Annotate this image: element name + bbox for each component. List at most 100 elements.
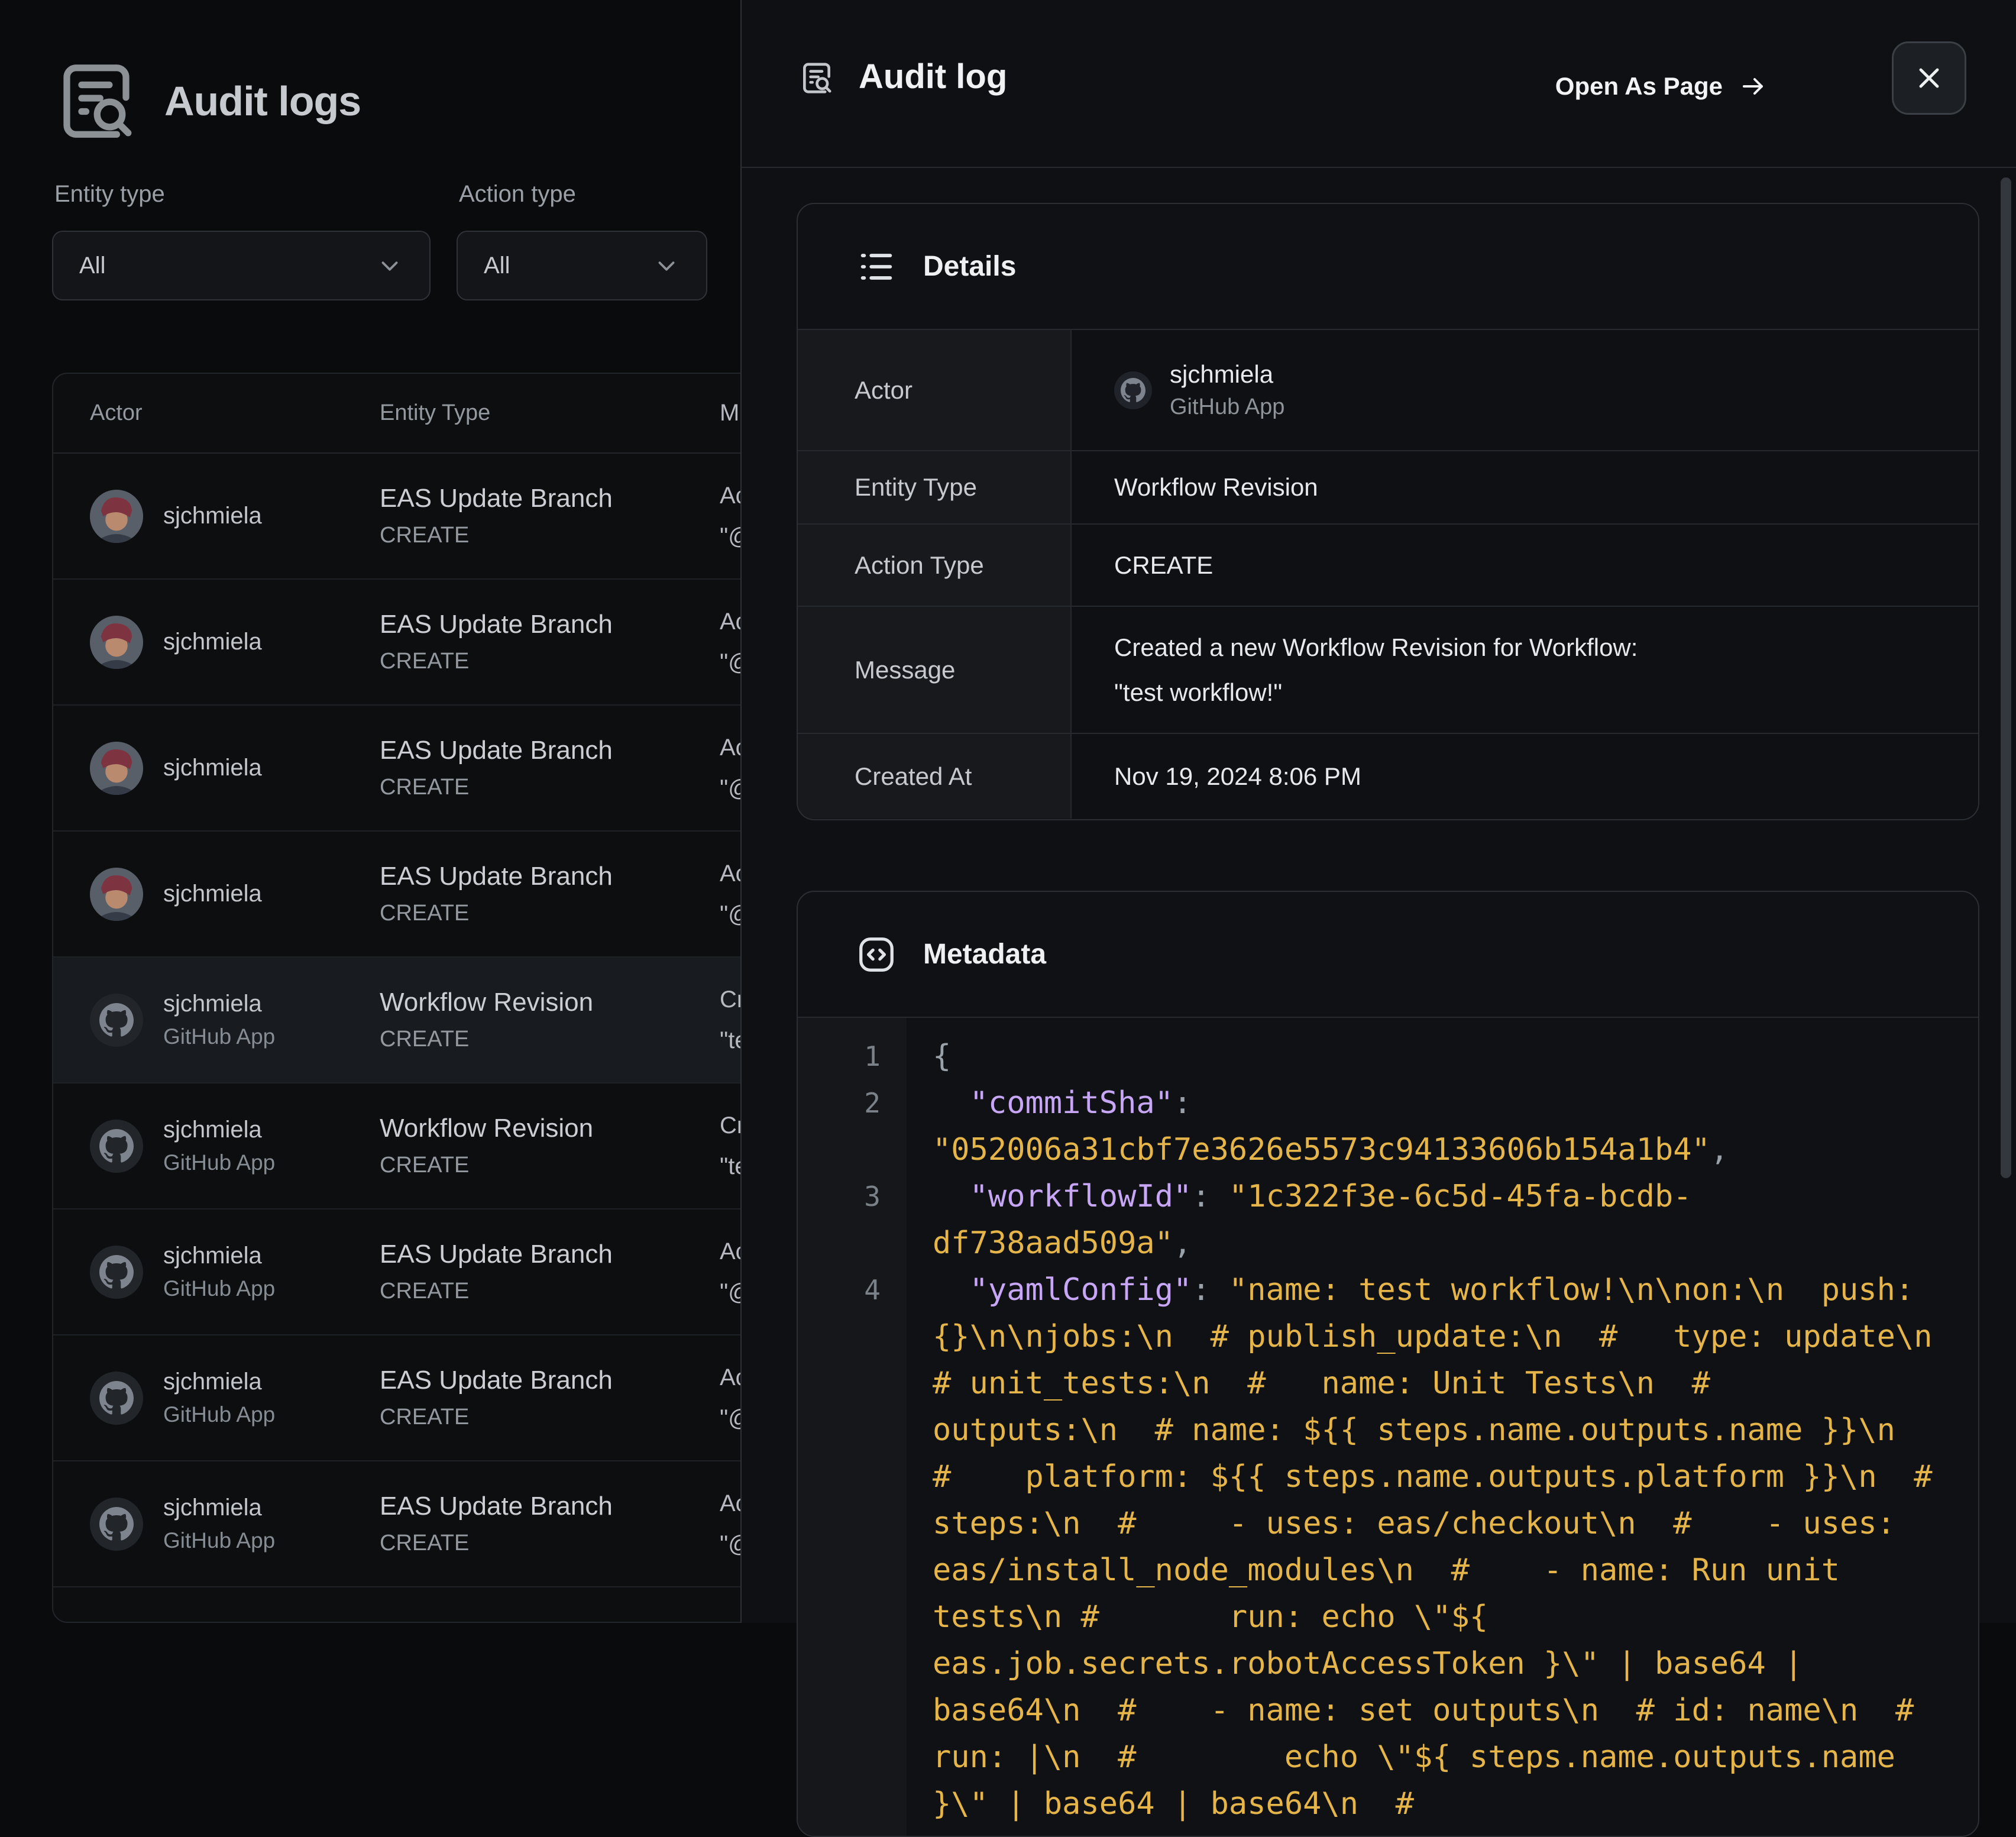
entity-cell: Workflow Revision CREATE [380,988,720,1052]
entity-type-select-value: All [79,253,105,279]
actor-name: sjchmiela [163,1117,275,1143]
metadata-card: Metadata 1{2 "commitSha": "052006a31cbf7… [797,891,1979,1837]
details-card: Details Actor sjchmiela GitHub App Entit… [797,203,1979,820]
line-number: 1 [798,1033,907,1080]
actor-names: sjchmiela GitHub App [163,1495,275,1553]
actor-avatar [90,1372,143,1425]
actor-cell: sjchmiela GitHub App [53,1243,380,1301]
github-avatar [1114,371,1152,409]
actor-cell: sjchmiela [53,742,380,795]
audit-log-icon [798,59,835,97]
actor-cell: sjchmiela GitHub App [53,1369,380,1427]
entity-cell: Workflow Revision CREATE [380,1618,720,1623]
actor-avatar [90,994,143,1047]
arrow-right-icon [1739,72,1768,101]
entity-cell: EAS Update Branch CREATE [380,736,720,800]
entity-type-value: EAS Update Branch [380,484,720,513]
action-type-select[interactable]: All [457,231,707,300]
actor-name: sjchmiela [163,1369,275,1395]
entity-type-value: EAS Update Branch [380,1366,720,1395]
detail-row-message: Message Created a new Workflow Revision … [798,607,1978,734]
detail-value-actor: sjchmiela GitHub App [1072,330,1978,450]
audit-logs-icon [52,57,141,145]
actor-name: sjchmiela [163,991,275,1017]
actor-avatar [90,616,143,669]
actor-name: sjchmiela [163,755,262,781]
detail-label: Created At [798,734,1072,819]
message-line-2: "test workflow!" [1114,678,1282,707]
detail-label: Entity Type [798,451,1072,523]
code-text: "commitSha": "052006a31cbf7e3626e5573c94… [907,1080,1978,1173]
detail-value-entity-type: Workflow Revision [1072,451,1978,523]
close-icon [1915,64,1943,92]
line-number: 2 [798,1080,907,1127]
detail-value-action-type: CREATE [1072,525,1978,606]
actor-cell: sjchmiela GitHub App [53,1495,380,1553]
code-text: "yamlConfig": "name: test workflow!\n\no… [907,1267,1978,1828]
code-text: "workflowId": "1c322f3e-6c5d-45fa-bcdb-d… [907,1173,1978,1267]
action-type-value: CREATE [380,523,720,548]
panel-title: Audit log [859,57,1007,96]
actor-cell: sjchmiela GitHub App [53,991,380,1049]
entity-cell: EAS Update Branch CREATE [380,610,720,674]
page-title-row: Audit logs [52,57,361,145]
entity-type-value: EAS Update Branch [380,1240,720,1269]
actor-subtitle: GitHub App [163,1150,275,1175]
action-type-value: CREATE [380,649,720,674]
github-avatar-icon [99,1507,134,1541]
header-entity-type: Entity Type [380,400,720,426]
entity-type-value: EAS Update Branch [380,1492,720,1521]
actor-avatar [90,1246,143,1299]
line-number: 3 [798,1173,907,1220]
detail-label: Message [798,607,1072,733]
action-type-select-value: All [484,253,510,279]
metadata-card-header: Metadata [798,892,1978,1018]
actor-avatar [90,1498,143,1551]
entity-type-value: Workflow Revision [380,1114,720,1143]
header-actor: Actor [53,400,380,426]
actor-subtitle: GitHub App [163,1024,275,1049]
action-type-value: CREATE [380,1027,720,1052]
actor-avatar [90,1120,143,1173]
actor-cell: sjchmiela GitHub App [53,1117,380,1175]
actor-subtitle: GitHub App [163,1402,275,1427]
entity-cell: EAS Update Branch CREATE [380,1366,720,1430]
github-avatar-icon [99,1381,134,1415]
close-panel-button[interactable] [1892,41,1966,115]
open-as-page-button[interactable]: Open As Page [1555,72,1768,101]
code-line: 2 "commitSha": "052006a31cbf7e3626e5573c… [798,1080,1978,1173]
actor-cell: sjchmiela [53,868,380,921]
chevron-down-icon [376,252,403,279]
detail-actor-subtitle: GitHub App [1170,394,1284,420]
user-photo-avatar [90,742,143,795]
detail-row-actor: Actor sjchmiela GitHub App [798,330,1978,451]
github-logo-icon [1121,378,1145,403]
actor-names: sjchmiela [163,503,262,529]
entity-cell: EAS Update Branch CREATE [380,1240,720,1304]
panel-scrollbar-thumb[interactable] [2001,177,2011,1178]
actor-names: sjchmiela [163,629,262,655]
action-type-value: CREATE [380,901,720,926]
code-icon [856,934,897,975]
detail-label: Actor [798,330,1072,450]
entity-type-filter-label: Entity type [54,181,165,208]
details-card-header: Details [798,204,1978,330]
details-title: Details [923,250,1016,283]
actor-subtitle: GitHub App [163,1276,275,1301]
open-as-page-label: Open As Page [1555,72,1723,101]
panel-header: Audit log Open As Page [742,0,2016,168]
user-photo-avatar [90,616,143,669]
actor-name: sjchmiela [163,1243,275,1269]
entity-type-select[interactable]: All [52,231,431,300]
action-type-filter-label: Action type [459,181,576,208]
actor-names: sjchmiela [163,881,262,907]
actor-cell: sjchmiela [53,616,380,669]
action-type-value: CREATE [380,1531,720,1556]
message-line-1: Created a new Workflow Revision for Work… [1114,633,1638,662]
actor-names: sjchmiela GitHub App [163,1369,275,1427]
code-line: 3 "workflowId": "1c322f3e-6c5d-45fa-bcdb… [798,1173,1978,1267]
actor-cell: sjchmiela [53,490,380,543]
entity-type-value: EAS Update Branch [380,862,720,891]
user-photo-avatar [90,868,143,921]
user-photo-avatar [90,490,143,543]
